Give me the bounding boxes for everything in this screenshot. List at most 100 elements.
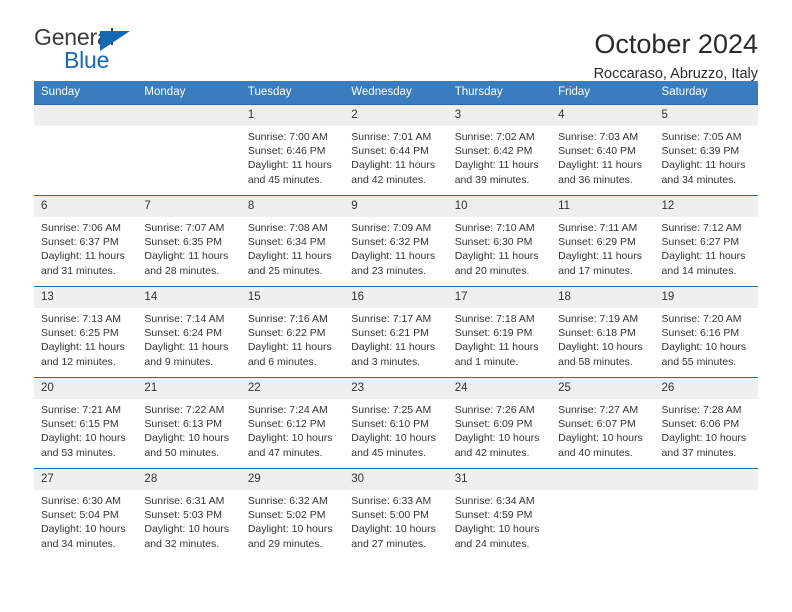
sunset-text: Sunset: 6:27 PM <box>661 236 740 249</box>
day-number <box>654 469 758 490</box>
calendar-day-cell[interactable]: 16 Sunrise: 7:17 AM Sunset: 6:21 PM Dayligh… <box>344 286 448 378</box>
daylight-text: Daylight: 10 hours and 32 minutes. <box>144 523 230 550</box>
day-number <box>137 105 241 126</box>
calendar-day-cell[interactable]: 10 Sunrise: 7:10 AM Sunset: 6:30 PM Dayligh… <box>447 195 552 287</box>
daylight-text: Daylight: 11 hours and 31 minutes. <box>41 250 125 277</box>
sunset-text: Sunset: 5:04 PM <box>41 509 119 522</box>
sunset-text: Sunset: 6:10 PM <box>351 418 429 431</box>
day-number: 21 <box>137 378 241 399</box>
sunset-text: Sunset: 6:44 PM <box>351 145 429 158</box>
calendar-week-row: 1 Sunrise: 7:00 AM Sunset: 6:46 PM Daylight… <box>34 104 758 196</box>
day-number: 28 <box>137 469 241 490</box>
sunset-text: Sunset: 5:02 PM <box>247 509 326 522</box>
day-number: 5 <box>654 105 758 126</box>
sunrise-text: Sunrise: 6:33 AM <box>351 495 432 507</box>
calendar-page: General Blue October 2024 Roccaraso, Abr… <box>0 0 792 612</box>
calendar-week-row: 27 Sunrise: 6:30 AM Sunset: 5:04 PM Dayligh… <box>34 468 758 559</box>
day-number <box>34 105 138 126</box>
sunrise-text: Sunrise: 7:05 AM <box>661 131 742 143</box>
sunrise-text: Sunrise: 6:30 AM <box>41 495 121 507</box>
daylight-text: Daylight: 11 hours and 14 minutes. <box>661 250 746 277</box>
sunrise-text: Sunrise: 7:28 AM <box>661 404 742 416</box>
sunrise-text: Sunrise: 7:09 AM <box>351 222 432 234</box>
calendar-day-cell[interactable]: 25 Sunrise: 7:27 AM Sunset: 6:07 PM Dayligh… <box>551 377 655 469</box>
sunset-text: Sunset: 6:39 PM <box>661 145 740 158</box>
calendar-day-cell[interactable]: 28 Sunrise: 6:31 AM Sunset: 5:03 PM Dayligh… <box>137 468 241 559</box>
daylight-text: Daylight: 10 hours and 58 minutes. <box>558 341 643 368</box>
sunrise-text: Sunrise: 6:32 AM <box>247 495 328 507</box>
day-sun-info: Sunrise: 6:31 AM Sunset: 5:03 PM Daylight:… <box>137 490 240 551</box>
day-sun-info: Sunrise: 7:07 AM Sunset: 6:35 PM Daylight:… <box>137 217 240 278</box>
sunrise-text: Sunrise: 7:25 AM <box>351 404 432 416</box>
calendar-day-cell[interactable]: 17 Sunrise: 7:18 AM Sunset: 6:19 PM Dayligh… <box>447 286 552 378</box>
calendar-day-cell[interactable]: 2 Sunrise: 7:01 AM Sunset: 6:44 PM Daylight… <box>344 104 448 196</box>
day-number <box>551 469 655 490</box>
calendar-day-cell[interactable]: 1 Sunrise: 7:00 AM Sunset: 6:46 PM Daylight… <box>240 104 345 196</box>
day-number: 13 <box>34 287 138 308</box>
calendar-day-cell[interactable]: 21 Sunrise: 7:22 AM Sunset: 6:13 PM Dayligh… <box>137 377 241 469</box>
daylight-text: Daylight: 10 hours and 47 minutes. <box>247 432 333 459</box>
day-sun-info: Sunrise: 7:14 AM Sunset: 6:24 PM Daylight:… <box>137 308 240 369</box>
calendar-day-cell[interactable]: 24 Sunrise: 7:26 AM Sunset: 6:09 PM Dayligh… <box>447 377 552 469</box>
calendar-day-cell[interactable]: 19 Sunrise: 7:20 AM Sunset: 6:16 PM Dayligh… <box>654 286 758 378</box>
calendar-day-cell[interactable]: 11 Sunrise: 7:11 AM Sunset: 6:29 PM Dayligh… <box>551 195 655 287</box>
day-number: 4 <box>551 105 655 126</box>
calendar-day-cell[interactable]: 22 Sunrise: 7:24 AM Sunset: 6:12 PM Dayligh… <box>240 377 345 469</box>
day-sun-info: Sunrise: 7:11 AM Sunset: 6:29 PM Daylight:… <box>551 217 654 278</box>
daylight-text: Daylight: 10 hours and 34 minutes. <box>41 523 126 550</box>
weekday-header-monday: Monday <box>137 81 241 105</box>
sunset-text: Sunset: 6:21 PM <box>351 327 429 340</box>
calendar-day-cell[interactable]: 15 Sunrise: 7:16 AM Sunset: 6:22 PM Dayligh… <box>240 286 345 378</box>
sunset-text: Sunset: 4:59 PM <box>454 509 533 522</box>
day-sun-info: Sunrise: 7:26 AM Sunset: 6:09 PM Daylight:… <box>448 399 551 460</box>
calendar-day-cell[interactable]: 9 Sunrise: 7:09 AM Sunset: 6:32 PM Daylight… <box>344 195 448 287</box>
day-number: 14 <box>137 287 241 308</box>
daylight-text: Daylight: 10 hours and 40 minutes. <box>558 432 643 459</box>
sunrise-text: Sunrise: 7:02 AM <box>454 131 535 143</box>
daylight-text: Daylight: 11 hours and 17 minutes. <box>558 250 642 277</box>
sunrise-text: Sunrise: 7:17 AM <box>351 313 432 325</box>
daylight-text: Daylight: 11 hours and 34 minutes. <box>661 159 746 186</box>
day-sun-info: Sunrise: 7:28 AM Sunset: 6:06 PM Daylight:… <box>655 399 758 460</box>
calendar-day-cell[interactable]: 3 Sunrise: 7:02 AM Sunset: 6:42 PM Daylight… <box>447 104 552 196</box>
calendar-day-cell[interactable]: 30 Sunrise: 6:33 AM Sunset: 5:00 PM Dayligh… <box>344 468 448 559</box>
calendar-day-cell[interactable]: 31 Sunrise: 6:34 AM Sunset: 4:59 PM Dayligh… <box>447 468 552 559</box>
calendar-day-cell[interactable]: 27 Sunrise: 6:30 AM Sunset: 5:04 PM Dayligh… <box>34 468 138 559</box>
sunrise-text: Sunrise: 7:11 AM <box>558 222 638 234</box>
sunset-text: Sunset: 6:37 PM <box>41 236 119 249</box>
day-sun-info: Sunrise: 7:22 AM Sunset: 6:13 PM Daylight:… <box>137 399 240 460</box>
sunset-text: Sunset: 6:32 PM <box>351 236 429 249</box>
daylight-text: Daylight: 11 hours and 1 minute. <box>454 341 539 368</box>
day-sun-info: Sunrise: 7:16 AM Sunset: 6:22 PM Daylight:… <box>241 308 344 369</box>
calendar-day-cell[interactable]: 4 Sunrise: 7:03 AM Sunset: 6:40 PM Daylight… <box>551 104 655 196</box>
day-number: 12 <box>654 196 758 217</box>
calendar-day-cell[interactable]: 6 Sunrise: 7:06 AM Sunset: 6:37 PM Daylight… <box>34 195 138 287</box>
calendar-day-cell[interactable]: 20 Sunrise: 7:21 AM Sunset: 6:15 PM Dayligh… <box>34 377 138 469</box>
calendar-day-cell[interactable]: 5 Sunrise: 7:05 AM Sunset: 6:39 PM Daylight… <box>654 104 758 196</box>
calendar-day-cell[interactable]: 29 Sunrise: 6:32 AM Sunset: 5:02 PM Dayligh… <box>240 468 345 559</box>
day-sun-info: Sunrise: 7:08 AM Sunset: 6:34 PM Daylight:… <box>241 217 344 278</box>
sunset-text: Sunset: 6:35 PM <box>144 236 223 249</box>
calendar-day-cell[interactable]: 18 Sunrise: 7:19 AM Sunset: 6:18 PM Dayligh… <box>551 286 655 378</box>
day-number: 10 <box>447 196 552 217</box>
calendar-day-cell[interactable]: 13 Sunrise: 7:13 AM Sunset: 6:25 PM Dayligh… <box>34 286 138 378</box>
calendar-day-cell-empty <box>34 104 138 196</box>
day-number: 25 <box>551 378 655 399</box>
day-sun-info: Sunrise: 7:24 AM Sunset: 6:12 PM Daylight:… <box>241 399 344 460</box>
day-number: 6 <box>34 196 138 217</box>
sunset-text: Sunset: 6:34 PM <box>247 236 326 249</box>
daylight-text: Daylight: 11 hours and 25 minutes. <box>247 250 332 277</box>
calendar-day-cell[interactable]: 14 Sunrise: 7:14 AM Sunset: 6:24 PM Dayligh… <box>137 286 241 378</box>
calendar-day-cell[interactable]: 12 Sunrise: 7:12 AM Sunset: 6:27 PM Dayligh… <box>654 195 758 287</box>
sunrise-text: Sunrise: 7:24 AM <box>247 404 328 416</box>
daylight-text: Daylight: 10 hours and 37 minutes. <box>661 432 747 459</box>
calendar-day-cell[interactable]: 23 Sunrise: 7:25 AM Sunset: 6:10 PM Dayligh… <box>344 377 448 469</box>
calendar-day-cell[interactable]: 26 Sunrise: 7:28 AM Sunset: 6:06 PM Dayligh… <box>654 377 758 469</box>
calendar-day-cell-empty <box>551 468 655 559</box>
calendar-day-cell[interactable]: 8 Sunrise: 7:08 AM Sunset: 6:34 PM Daylight… <box>240 195 345 287</box>
general-blue-logo[interactable]: General Blue <box>34 26 154 78</box>
calendar-day-cell[interactable]: 7 Sunrise: 7:07 AM Sunset: 6:35 PM Daylight… <box>137 195 241 287</box>
sunrise-text: Sunrise: 7:00 AM <box>247 131 328 143</box>
weekday-header-thursday: Thursday <box>447 81 552 105</box>
weekday-header-friday: Friday <box>551 81 655 105</box>
